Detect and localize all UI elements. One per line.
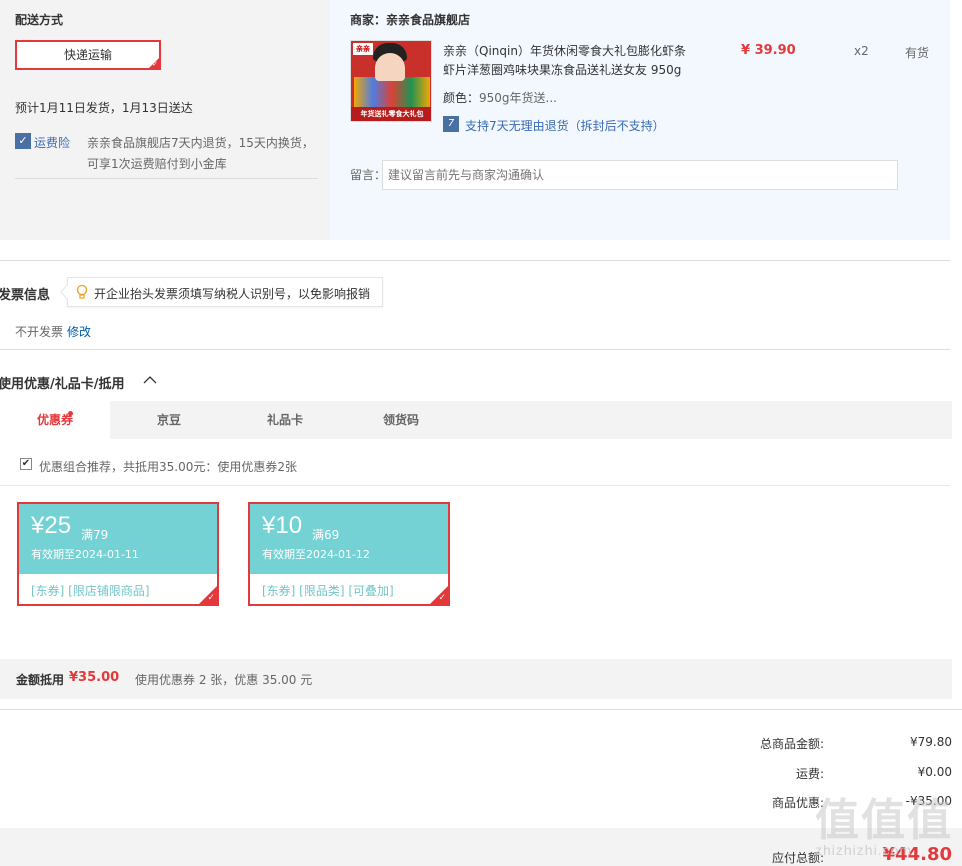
product-image-brand: 亲亲 bbox=[353, 43, 373, 55]
coupon-tags: [东券] [限店铺限商品] bbox=[31, 584, 150, 598]
invoice-title: 发票信息 bbox=[0, 288, 51, 303]
coupon-tags: [东券] [限品类] [可叠加] bbox=[262, 584, 394, 598]
product-image-snacks bbox=[354, 77, 430, 107]
message-label: 留言： bbox=[350, 168, 387, 182]
divider bbox=[15, 178, 318, 179]
chevron-up-icon[interactable] bbox=[143, 375, 157, 385]
divider bbox=[0, 485, 950, 486]
goods-total-label: 总商品金额: bbox=[759, 737, 824, 751]
shipping-fee-label: 运费: bbox=[795, 767, 824, 781]
insurance-desc-line2: 可享1次运费赔付到小金库 bbox=[87, 157, 227, 171]
product-price: ¥ 39.90 bbox=[741, 43, 796, 58]
coupon-condition: 满79 bbox=[81, 528, 109, 542]
new-dot bbox=[68, 411, 73, 416]
divider bbox=[0, 709, 962, 710]
shield-icon: ✓ bbox=[15, 133, 31, 149]
summary-amount: ¥35.00 bbox=[69, 670, 120, 685]
coupon-card[interactable]: ¥25 满79 有效期至2024-01-11 [东券] [限店铺限商品] ✓ bbox=[17, 502, 219, 606]
delivery-estimate: 预计1月11日发货，1月13日送达 bbox=[15, 101, 193, 115]
message-input[interactable] bbox=[382, 160, 898, 190]
watermark-site: zhizhizhi.com bbox=[815, 842, 913, 858]
tip-arrow bbox=[59, 284, 75, 300]
stock-status: 有货 bbox=[905, 46, 930, 60]
pay-total-label: 应付总额: bbox=[771, 851, 824, 865]
recommend-text: 优惠组合推荐，共抵用35.00元：使用优惠券2张 bbox=[39, 460, 297, 474]
product-title-line1[interactable]: 亲亲（Qinqin）年货休闲零食大礼包膨化虾条 bbox=[443, 42, 686, 59]
goods-total-value: ¥79.80 bbox=[910, 735, 952, 749]
check-icon: ✓ bbox=[152, 60, 158, 68]
color-label: 颜色： bbox=[443, 91, 480, 105]
invoice-tip-text: 开企业抬头发票须填写纳税人识别号，以免影响报销 bbox=[94, 287, 371, 301]
invoice-edit-link[interactable]: 修改 bbox=[67, 323, 91, 340]
express-delivery-label: 快递运输 bbox=[63, 48, 112, 62]
product-image-face bbox=[375, 53, 405, 81]
delivery-title: 配送方式 bbox=[15, 13, 64, 27]
coupon-card[interactable]: ¥10 满69 有效期至2024-01-12 [东券] [限品类] [可叠加] … bbox=[248, 502, 450, 606]
discount-summary: 金额抵用 ¥35.00 使用优惠券 2 张，优惠 35.00 元 bbox=[0, 659, 952, 699]
check-icon: ✓ bbox=[438, 593, 446, 603]
product-title-line2[interactable]: 虾片洋葱圈鸡味块果冻食品送礼送女友 950g bbox=[443, 61, 681, 78]
summary-desc: 使用优惠券 2 张，优惠 35.00 元 bbox=[135, 673, 313, 687]
product-image[interactable]: 亲亲 年货送礼零食大礼包 bbox=[350, 40, 432, 122]
check-icon: ✓ bbox=[207, 593, 215, 603]
shipping-panel bbox=[0, 0, 330, 240]
merchant-label: 商家： bbox=[350, 13, 387, 27]
product-image-banner: 年货送礼零食大礼包 bbox=[351, 107, 431, 121]
watermark-logo: 值值值 bbox=[815, 795, 953, 846]
product-quantity: x2 bbox=[854, 44, 869, 58]
recommend-checkbox[interactable]: ✔ bbox=[20, 458, 32, 470]
coupon-expiry: 有效期至2024-01-12 bbox=[262, 548, 370, 561]
invoice-tip: 开企业抬头发票须填写纳税人识别号，以免影响报销 bbox=[59, 277, 383, 307]
divider bbox=[0, 260, 950, 261]
color-value: 950g年货送... bbox=[479, 91, 557, 105]
tab-jingdou[interactable]: 京豆 bbox=[114, 401, 224, 439]
express-delivery-button[interactable]: 快递运输 ✓ bbox=[15, 40, 161, 70]
discount-tabs: 优惠券 京豆 礼品卡 领货码 bbox=[0, 401, 952, 439]
summary-label: 金额抵用 bbox=[16, 673, 65, 687]
divider bbox=[0, 349, 950, 350]
coupon-expiry: 有效期至2024-01-11 bbox=[31, 548, 139, 561]
tab-coupons[interactable]: 优惠券 bbox=[0, 401, 110, 439]
invoice-status: 不开发票 bbox=[15, 325, 64, 339]
coupon-amount: ¥25 bbox=[31, 512, 72, 539]
insurance-desc-line1: 亲亲食品旗舰店7天内退货，15天内换货， bbox=[87, 136, 314, 150]
return-policy-icon: 7 bbox=[443, 116, 459, 132]
discount-title[interactable]: 使用优惠/礼品卡/抵用 bbox=[0, 373, 125, 392]
coupon-condition: 满69 bbox=[312, 528, 340, 542]
merchant-name[interactable]: 亲亲食品旗舰店 bbox=[386, 11, 470, 28]
lightbulb-icon bbox=[76, 284, 88, 299]
tab-gift-card[interactable]: 礼品卡 bbox=[230, 401, 340, 439]
shipping-fee-value: ¥0.00 bbox=[917, 765, 952, 779]
shipping-insurance-link[interactable]: 运费险 bbox=[34, 134, 70, 151]
coupon-amount: ¥10 bbox=[262, 512, 303, 539]
return-policy-text: 支持7天无理由退货（拆封后不支持） bbox=[465, 119, 665, 133]
tab-redeem-code[interactable]: 领货码 bbox=[346, 401, 456, 439]
goods-discount-label: 商品优惠: bbox=[771, 796, 824, 810]
